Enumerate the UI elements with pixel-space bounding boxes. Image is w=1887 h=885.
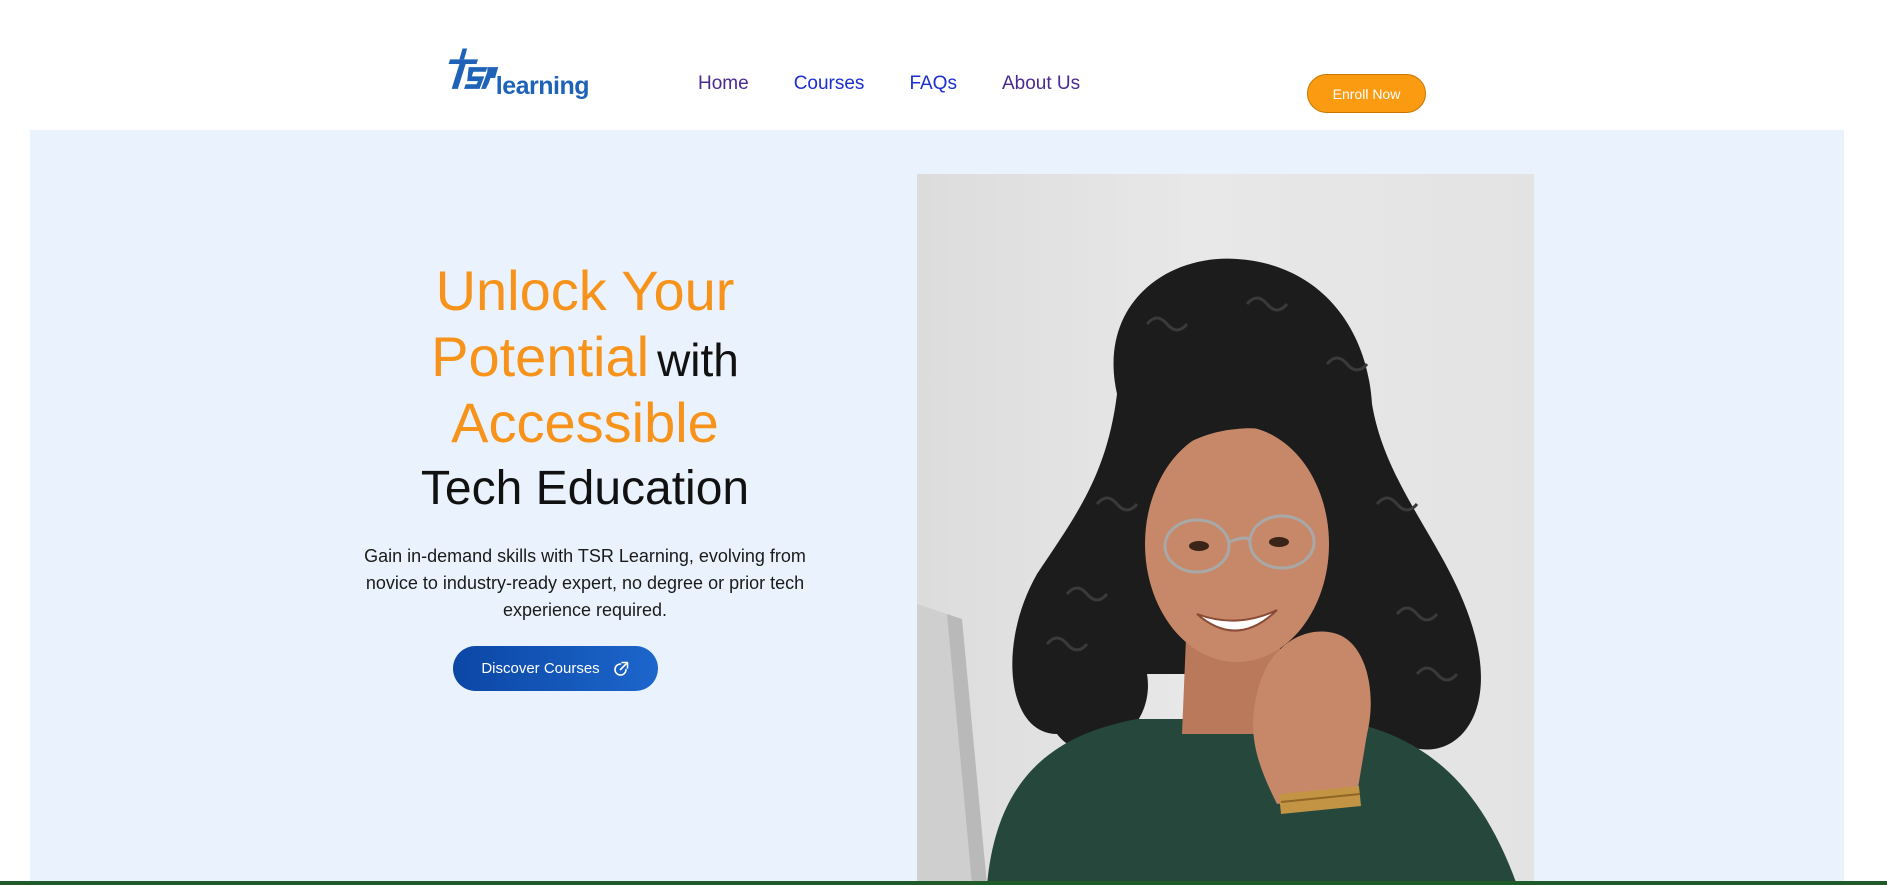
nav-home[interactable]: Home xyxy=(698,74,749,93)
nav-courses[interactable]: Courses xyxy=(794,74,865,93)
tsr-logo-mark-icon xyxy=(448,48,499,89)
discover-courses-label: Discover Courses xyxy=(481,660,600,677)
hero-headline: Unlock Your Potential with Accessible Tec… xyxy=(350,258,820,522)
hero-section: Unlock Your Potential with Accessible Tec… xyxy=(30,130,1844,885)
headline-with: with xyxy=(657,334,739,386)
tsr-learning-logo[interactable]: learning xyxy=(447,40,590,100)
page: learning Home Courses FAQs About Us Enro… xyxy=(0,0,1887,885)
headline-potential: Potential xyxy=(431,325,650,388)
external-link-icon xyxy=(613,661,628,676)
headline-line-1: Unlock Your xyxy=(435,259,735,322)
logo-wordmark: learning xyxy=(495,72,590,100)
bottom-border xyxy=(0,881,1887,885)
nav-about-us[interactable]: About Us xyxy=(1002,74,1080,93)
headline-accessible: Accessible xyxy=(451,391,719,454)
hero-photo-smiling-student xyxy=(917,174,1534,885)
enroll-now-button[interactable]: Enroll Now xyxy=(1307,74,1426,113)
discover-courses-button[interactable]: Discover Courses xyxy=(453,646,658,691)
hero-subtext: Gain in-demand skills with TSR Learning,… xyxy=(364,546,806,620)
site-header: learning Home Courses FAQs About Us Enro… xyxy=(0,0,1887,130)
nav-faqs[interactable]: FAQs xyxy=(909,74,957,93)
headline-tech-education: Tech Education xyxy=(420,462,750,515)
main-nav: Home Courses FAQs About Us xyxy=(698,74,1125,93)
